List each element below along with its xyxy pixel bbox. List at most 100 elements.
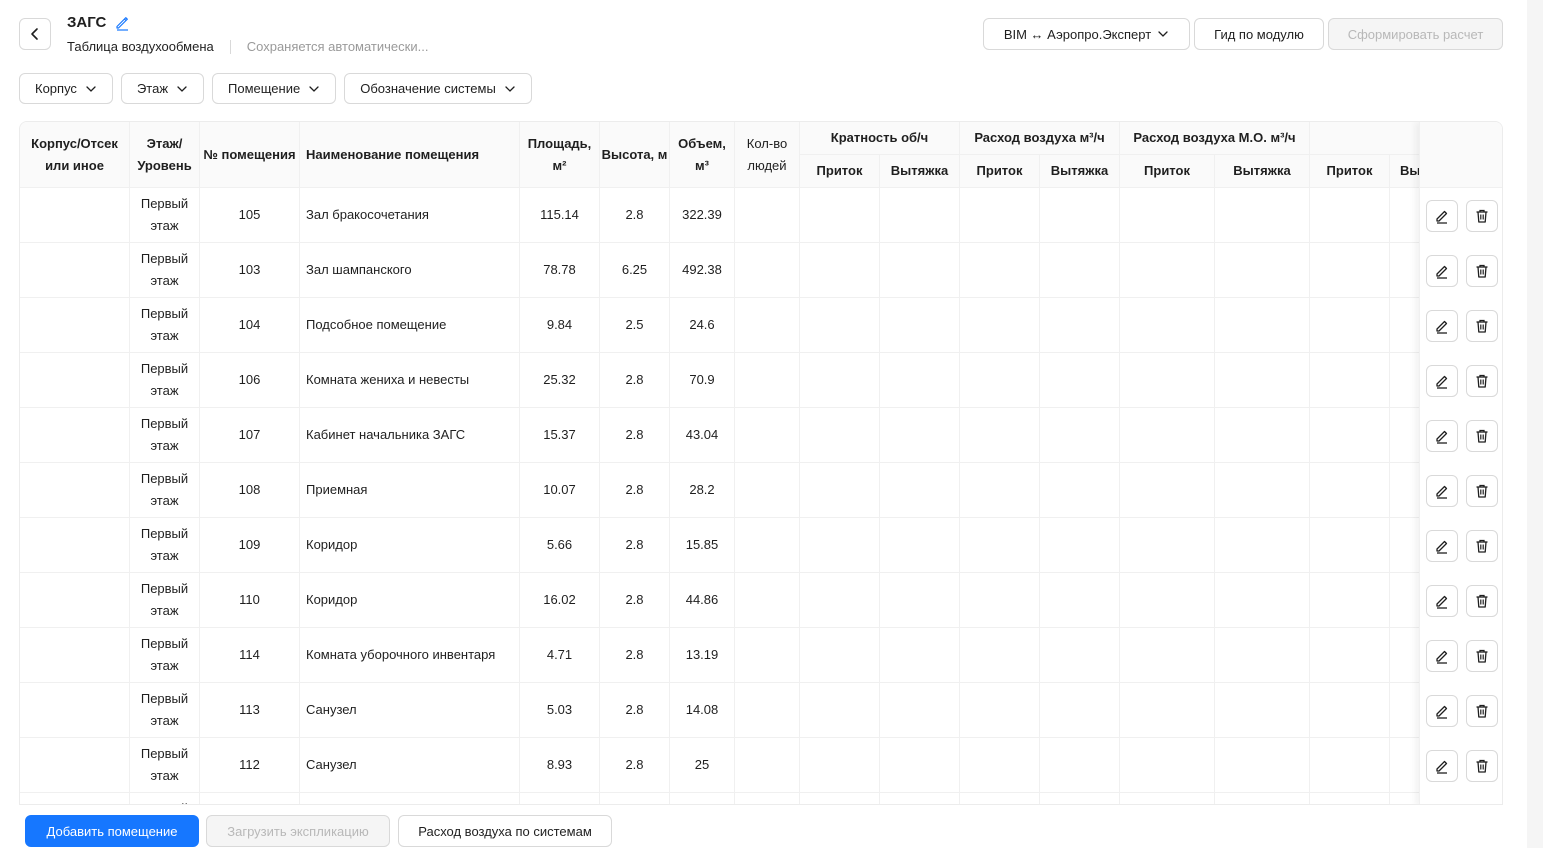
table-cell-empty — [800, 353, 880, 408]
delete-row-button[interactable] — [1466, 255, 1498, 287]
filter-label: Помещение — [228, 81, 301, 96]
table-cell-name: Зал бракосочетания — [300, 188, 520, 243]
table-cell-empty — [1390, 188, 1420, 243]
delete-row-button[interactable] — [1466, 310, 1498, 342]
col-header-area: Площадь, м² — [520, 122, 600, 188]
delete-row-button[interactable] — [1466, 475, 1498, 507]
table-cell-empty — [735, 518, 800, 573]
table-cell-empty — [1120, 353, 1215, 408]
table-cell-empty — [1390, 573, 1420, 628]
generate-calc-label: Сформировать расчет — [1347, 26, 1484, 42]
filter-floor[interactable]: Этаж — [120, 73, 205, 104]
table-cell-height — [600, 793, 670, 804]
delete-row-button[interactable] — [1466, 530, 1498, 562]
edit-row-button[interactable] — [1426, 585, 1458, 617]
bim-dropdown-button[interactable]: BIM ↔ Аэропро.Эксперт — [983, 18, 1190, 50]
load-explication-button[interactable]: Загрузить экспликацию — [206, 815, 390, 847]
page-title: ЗАГС — [67, 14, 107, 31]
col-header-people: Кол-во людей — [735, 122, 800, 188]
table-cell-empty — [1215, 408, 1310, 463]
edit-row-button[interactable] — [1426, 420, 1458, 452]
table-cell-empty — [735, 353, 800, 408]
table-cell-empty — [1310, 353, 1390, 408]
edit-row-button[interactable] — [1426, 365, 1458, 397]
table-cell-empty — [960, 628, 1040, 683]
delete-row-button[interactable] — [1466, 585, 1498, 617]
add-room-label: Добавить помещение — [46, 823, 178, 839]
edit-row-button[interactable] — [1426, 640, 1458, 672]
table-cell-room-no: 106 — [200, 353, 300, 408]
airflow-by-systems-button[interactable]: Расход воздуха по системам — [398, 815, 612, 847]
filter-building[interactable]: Корпус — [19, 73, 113, 104]
table-cell-empty — [960, 518, 1040, 573]
filter-label: Корпус — [35, 81, 77, 96]
delete-row-button[interactable] — [1466, 420, 1498, 452]
table-cell-empty — [1215, 683, 1310, 738]
chevron-down-icon — [86, 85, 96, 92]
filter-room[interactable]: Помещение — [212, 73, 337, 104]
table-cell-empty — [1310, 738, 1390, 793]
airflow-table: Корпус/Отсек или иное Этаж/ Уровень № по… — [19, 121, 1503, 805]
table-cell-empty — [1310, 683, 1390, 738]
table-cell-empty — [1310, 188, 1390, 243]
delete-row-button[interactable] — [1466, 200, 1498, 232]
table-cell-volume: 44.86 — [670, 573, 735, 628]
edit-row-button[interactable] — [1426, 695, 1458, 727]
table-cell-room-no — [200, 793, 300, 804]
table-cell-empty — [880, 188, 960, 243]
edit-row-button[interactable] — [1426, 475, 1458, 507]
table-cell-empty — [960, 408, 1040, 463]
table-cell-empty — [1390, 518, 1420, 573]
delete-row-button[interactable] — [1466, 640, 1498, 672]
edit-icon — [1436, 375, 1448, 389]
table-cell-building — [20, 683, 130, 738]
edit-row-button[interactable] — [1426, 530, 1458, 562]
delete-row-button[interactable] — [1466, 750, 1498, 782]
table-cell-empty — [880, 353, 960, 408]
edit-icon — [1436, 650, 1448, 664]
divider — [229, 39, 231, 54]
page-scrollbar[interactable] — [1527, 0, 1543, 848]
edit-row-button[interactable] — [1426, 200, 1458, 232]
table-cell-empty — [960, 353, 1040, 408]
col-header-floor: Этаж/ Уровень — [130, 122, 200, 188]
table-cell-empty — [1215, 298, 1310, 353]
table-cell-floor: Первый этаж — [130, 298, 200, 353]
col-header-exhaust: Вытяжка — [1215, 155, 1310, 188]
page-subtitle: Таблица воздухообмена — [67, 39, 214, 54]
col-header-supply: Приток — [1120, 155, 1215, 188]
table-cell-empty — [1120, 518, 1215, 573]
add-room-button[interactable]: Добавить помещение — [25, 815, 199, 847]
table-cell-empty — [960, 683, 1040, 738]
edit-row-button[interactable] — [1426, 750, 1458, 782]
table-cell-floor: Первый этаж — [130, 188, 200, 243]
table-cell-empty — [1215, 628, 1310, 683]
table-cell-name: Подсобное помещение — [300, 298, 520, 353]
table-cell-floor: Первый этаж — [130, 463, 200, 518]
table-cell-floor: Первый этаж — [130, 738, 200, 793]
delete-row-button[interactable] — [1466, 695, 1498, 727]
table-cell-empty — [880, 243, 960, 298]
table-cell-empty — [1120, 243, 1215, 298]
back-button[interactable] — [19, 18, 51, 50]
generate-calc-button[interactable]: Сформировать расчет — [1328, 18, 1503, 50]
edit-row-button[interactable] — [1426, 310, 1458, 342]
pencil-icon[interactable] — [114, 15, 130, 31]
table-cell-empty — [1040, 518, 1120, 573]
table-cell-empty — [800, 518, 880, 573]
edit-row-button[interactable] — [1426, 255, 1458, 287]
table-cell-empty — [735, 243, 800, 298]
guide-button-label: Гид по модулю — [1214, 26, 1304, 42]
trash-icon — [1476, 374, 1488, 388]
table-cell-empty — [880, 628, 960, 683]
table-cell-empty — [1040, 683, 1120, 738]
guide-button[interactable]: Гид по модулю — [1194, 18, 1324, 50]
table-cell-empty — [1310, 463, 1390, 518]
filter-system[interactable]: Обозначение системы — [344, 73, 532, 104]
table-cell-empty — [880, 463, 960, 518]
table-cell-empty — [880, 518, 960, 573]
table-cell-area: 16.02 — [520, 573, 600, 628]
delete-row-button[interactable] — [1466, 365, 1498, 397]
table-cell-building — [20, 573, 130, 628]
table-cell-empty — [800, 683, 880, 738]
